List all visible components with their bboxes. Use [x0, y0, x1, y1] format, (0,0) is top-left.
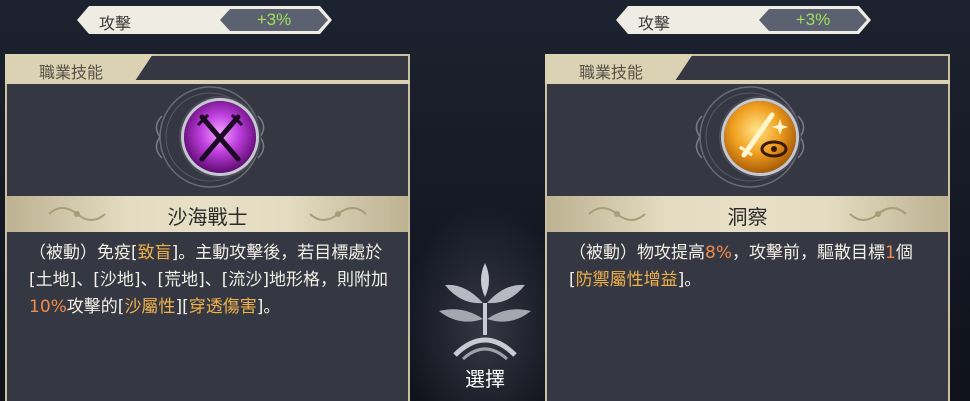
desc-number: 10%: [29, 297, 67, 317]
desc-keyword: 沙屬性: [124, 297, 176, 317]
skill-name-bar: 洞察: [547, 196, 948, 232]
section-label: 職業技能: [39, 63, 104, 82]
desc-text: ，攻擊前，驅散目標: [731, 243, 885, 263]
desc-keyword: 致盲: [137, 243, 172, 263]
skill-emblem: [152, 86, 268, 196]
section-label: 職業技能: [579, 63, 644, 82]
select-button[interactable]: 選擇: [425, 255, 545, 401]
sword-eye-gold-icon: [724, 101, 796, 173]
card-tab: 職業技能: [5, 54, 410, 84]
desc-text: ]。: [256, 297, 281, 317]
stat-value: +3%: [256, 10, 292, 29]
card-tab: 職業技能: [545, 54, 950, 84]
skill-name: 洞察: [727, 205, 768, 229]
skill-name: 沙海戰士: [167, 205, 248, 229]
select-label: 選擇: [465, 367, 505, 391]
tree-emblem-icon: [439, 263, 531, 361]
right-attack-stat: 攻擊 +3%: [616, 6, 871, 34]
skill-name-bar: 沙海戰士: [7, 196, 408, 232]
crossed-swords-purple-icon: [184, 101, 256, 173]
desc-text: ]。: [677, 270, 702, 290]
desc-keyword: 防禦屬性增益: [575, 270, 678, 290]
right-skill-card[interactable]: 職業技能 洞察 （被動）物攻提高8%，攻擊前，驅散目標1個[防禦屬性增益]。: [545, 54, 950, 401]
skill-emblem: [692, 86, 808, 196]
stat-label: 攻擊: [99, 14, 132, 33]
desc-text: （被動）物攻提高: [569, 243, 705, 263]
stat-label: 攻擊: [638, 14, 671, 33]
stat-value: +3%: [795, 10, 831, 29]
desc-keyword: 穿透傷害: [188, 297, 257, 317]
skill-description: （被動）物攻提高8%，攻擊前，驅散目標1個[防禦屬性增益]。: [569, 240, 929, 294]
desc-number: 1: [884, 243, 896, 263]
desc-text: 攻擊的[: [66, 297, 125, 317]
desc-text: （被動）免疫[: [29, 243, 138, 263]
tab-divider: [133, 80, 410, 84]
tab-divider: [673, 80, 950, 84]
left-skill-card[interactable]: 職業技能 沙海戰士 （被動）免疫[致盲]。主動攻擊後，若目標處於[土地]、[沙地…: [5, 54, 410, 401]
left-attack-stat: 攻擊 +3%: [77, 6, 332, 34]
desc-text: ][: [175, 297, 189, 317]
skill-description: （被動）免疫[致盲]。主動攻擊後，若目標處於[土地]、[沙地]、[荒地]、[流沙…: [29, 240, 389, 321]
desc-number: 8%: [705, 243, 732, 263]
